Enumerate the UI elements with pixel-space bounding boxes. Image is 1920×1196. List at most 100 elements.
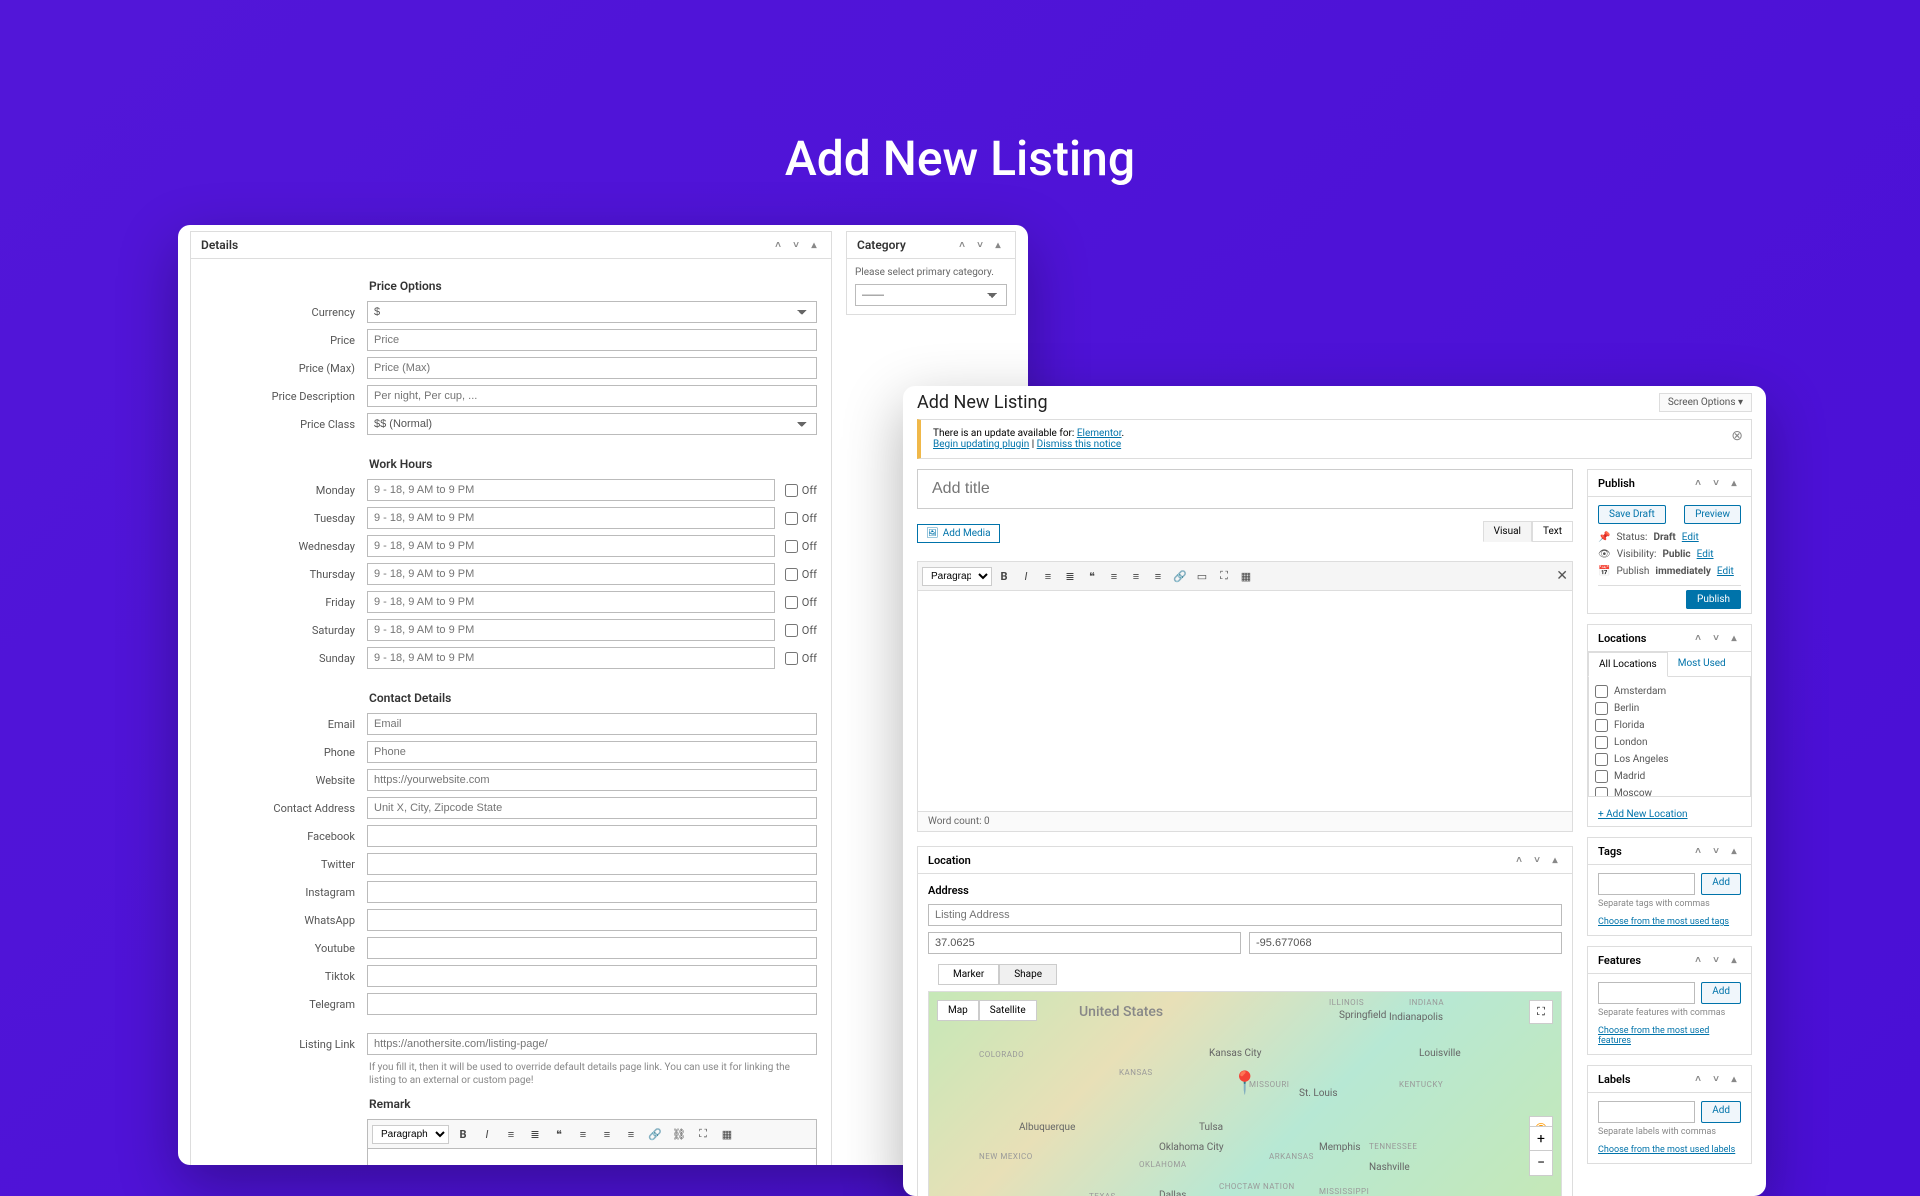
link-icon[interactable]: 🔗 — [1170, 566, 1190, 586]
save-draft-button[interactable]: Save Draft — [1598, 505, 1666, 524]
off-toggle-saturday[interactable]: Off — [785, 624, 817, 637]
paragraph-select[interactable]: Paragraph — [922, 567, 992, 586]
ul-icon[interactable]: ≡ — [501, 1124, 521, 1144]
align-left-icon[interactable]: ≡ — [573, 1124, 593, 1144]
feat-up-icon[interactable]: ˄ — [1691, 953, 1705, 967]
align-center-icon[interactable]: ≡ — [1126, 566, 1146, 586]
collapse-up-icon[interactable]: ˄ — [771, 238, 785, 252]
align-center-icon[interactable]: ≡ — [597, 1124, 617, 1144]
labels-choose-link[interactable]: Choose from the most used labels — [1598, 1145, 1735, 1155]
off-toggle-wednesday[interactable]: Off — [785, 540, 817, 553]
listing-link-input[interactable] — [367, 1033, 817, 1055]
italic-icon[interactable]: I — [1016, 566, 1036, 586]
hours-input-tuesday[interactable] — [367, 507, 775, 529]
tab-text[interactable]: Text — [1532, 521, 1573, 542]
loc-toggle-icon[interactable]: ▴ — [1548, 853, 1562, 867]
lat-input[interactable] — [928, 932, 1241, 954]
loc-down-icon[interactable]: ˅ — [1530, 853, 1544, 867]
publish-button[interactable]: Publish — [1686, 590, 1741, 609]
features-add-button[interactable]: Add — [1701, 982, 1741, 1004]
pub-up-icon[interactable]: ˄ — [1691, 476, 1705, 490]
lbl-down-icon[interactable]: ˅ — [1709, 1072, 1723, 1086]
zoom-out-icon[interactable]: − — [1530, 1151, 1552, 1175]
price-max-input[interactable] — [367, 357, 817, 379]
price-input[interactable] — [367, 329, 817, 351]
address-input[interactable] — [928, 904, 1562, 926]
contact-address-input[interactable] — [367, 797, 817, 819]
italic-icon[interactable]: I — [477, 1124, 497, 1144]
notice-plugin-link[interactable]: Elementor — [1077, 428, 1122, 439]
collapse-down-icon[interactable]: ˅ — [789, 238, 803, 252]
locs-toggle-icon[interactable]: ▴ — [1727, 631, 1741, 645]
zoom-in-icon[interactable]: + — [1530, 1127, 1552, 1151]
features-input[interactable] — [1598, 982, 1695, 1004]
unlink-icon[interactable]: ⛓ — [669, 1124, 689, 1144]
labels-input[interactable] — [1598, 1101, 1695, 1123]
readmore-icon[interactable]: ▭ — [1192, 566, 1212, 586]
map-type-satellite[interactable]: Satellite — [979, 1000, 1037, 1021]
hours-input-saturday[interactable] — [367, 619, 775, 641]
hours-input-friday[interactable] — [367, 591, 775, 613]
hours-input-thursday[interactable] — [367, 563, 775, 585]
category-select[interactable]: —— — [855, 284, 1007, 306]
twitter-input[interactable] — [367, 853, 817, 875]
currency-select[interactable]: $ — [367, 301, 817, 323]
toolbar-toggle-icon[interactable]: ▦ — [1236, 566, 1256, 586]
status-edit-link[interactable]: Edit — [1682, 532, 1699, 543]
labels-add-button[interactable]: Add — [1701, 1101, 1741, 1123]
lbl-toggle-icon[interactable]: ▴ — [1727, 1072, 1741, 1086]
features-choose-link[interactable]: Choose from the most used features — [1598, 1026, 1741, 1046]
email-input[interactable] — [367, 713, 817, 735]
hours-input-monday[interactable] — [367, 479, 775, 501]
more-icon[interactable]: ▦ — [717, 1124, 737, 1144]
remark-editor[interactable] — [367, 1149, 817, 1165]
bold-icon[interactable]: B — [453, 1124, 473, 1144]
fullscreen-icon[interactable]: ⛶ — [693, 1124, 713, 1144]
price-desc-input[interactable] — [367, 385, 817, 407]
map[interactable]: Map Satellite United States ⛶ ◉ + − 📍 Ka… — [928, 991, 1562, 1196]
locs-down-icon[interactable]: ˅ — [1709, 631, 1723, 645]
marker-tab[interactable]: Marker — [938, 964, 999, 985]
content-editor[interactable] — [918, 591, 1572, 811]
add-location-link[interactable]: + Add New Location — [1598, 809, 1688, 820]
feat-toggle-icon[interactable]: ▴ — [1727, 953, 1741, 967]
off-toggle-thursday[interactable]: Off — [785, 568, 817, 581]
toggle-icon[interactable]: ▴ — [807, 238, 821, 252]
screen-options-button[interactable]: Screen Options ▾ — [1659, 393, 1752, 412]
tiktok-input[interactable] — [367, 965, 817, 987]
pub-toggle-icon[interactable]: ▴ — [1727, 476, 1741, 490]
align-left-icon[interactable]: ≡ — [1104, 566, 1124, 586]
shape-tab[interactable]: Shape — [999, 964, 1057, 985]
loc-up-icon[interactable]: ˄ — [1512, 853, 1526, 867]
location-checkbox[interactable]: Florida — [1595, 717, 1744, 734]
remark-paragraph-select[interactable]: Paragraph — [372, 1125, 449, 1144]
pub-down-icon[interactable]: ˅ — [1709, 476, 1723, 490]
tab-most-used[interactable]: Most Used — [1668, 652, 1736, 676]
publish-edit-link[interactable]: Edit — [1717, 566, 1734, 577]
tags-up-icon[interactable]: ˄ — [1691, 844, 1705, 858]
tags-down-icon[interactable]: ˅ — [1709, 844, 1723, 858]
align-right-icon[interactable]: ≡ — [1148, 566, 1168, 586]
feat-down-icon[interactable]: ˅ — [1709, 953, 1723, 967]
lbl-up-icon[interactable]: ˄ — [1691, 1072, 1705, 1086]
telegram-input[interactable] — [367, 993, 817, 1015]
location-checkbox[interactable]: Los Angeles — [1595, 751, 1744, 768]
ol-icon[interactable]: ≣ — [525, 1124, 545, 1144]
location-checkbox[interactable]: Amsterdam — [1595, 683, 1744, 700]
facebook-input[interactable] — [367, 825, 817, 847]
location-checkbox[interactable]: Moscow — [1595, 785, 1744, 797]
add-media-button[interactable]: 🖼Add Media — [917, 524, 1000, 543]
fullscreen-icon[interactable]: ⛶ — [1529, 1000, 1553, 1024]
cat-toggle-icon[interactable]: ▴ — [991, 238, 1005, 252]
bold-icon[interactable]: B — [994, 566, 1014, 586]
location-checkbox[interactable]: London — [1595, 734, 1744, 751]
tags-toggle-icon[interactable]: ▴ — [1727, 844, 1741, 858]
map-type-map[interactable]: Map — [937, 1000, 979, 1021]
location-checkbox[interactable]: Berlin — [1595, 700, 1744, 717]
cat-up-icon[interactable]: ˄ — [955, 238, 969, 252]
off-toggle-friday[interactable]: Off — [785, 596, 817, 609]
tab-visual[interactable]: Visual — [1483, 521, 1532, 542]
location-checkbox[interactable]: Madrid — [1595, 768, 1744, 785]
quote-icon[interactable]: ❝ — [1082, 566, 1102, 586]
tab-all-locations[interactable]: All Locations — [1588, 652, 1668, 677]
